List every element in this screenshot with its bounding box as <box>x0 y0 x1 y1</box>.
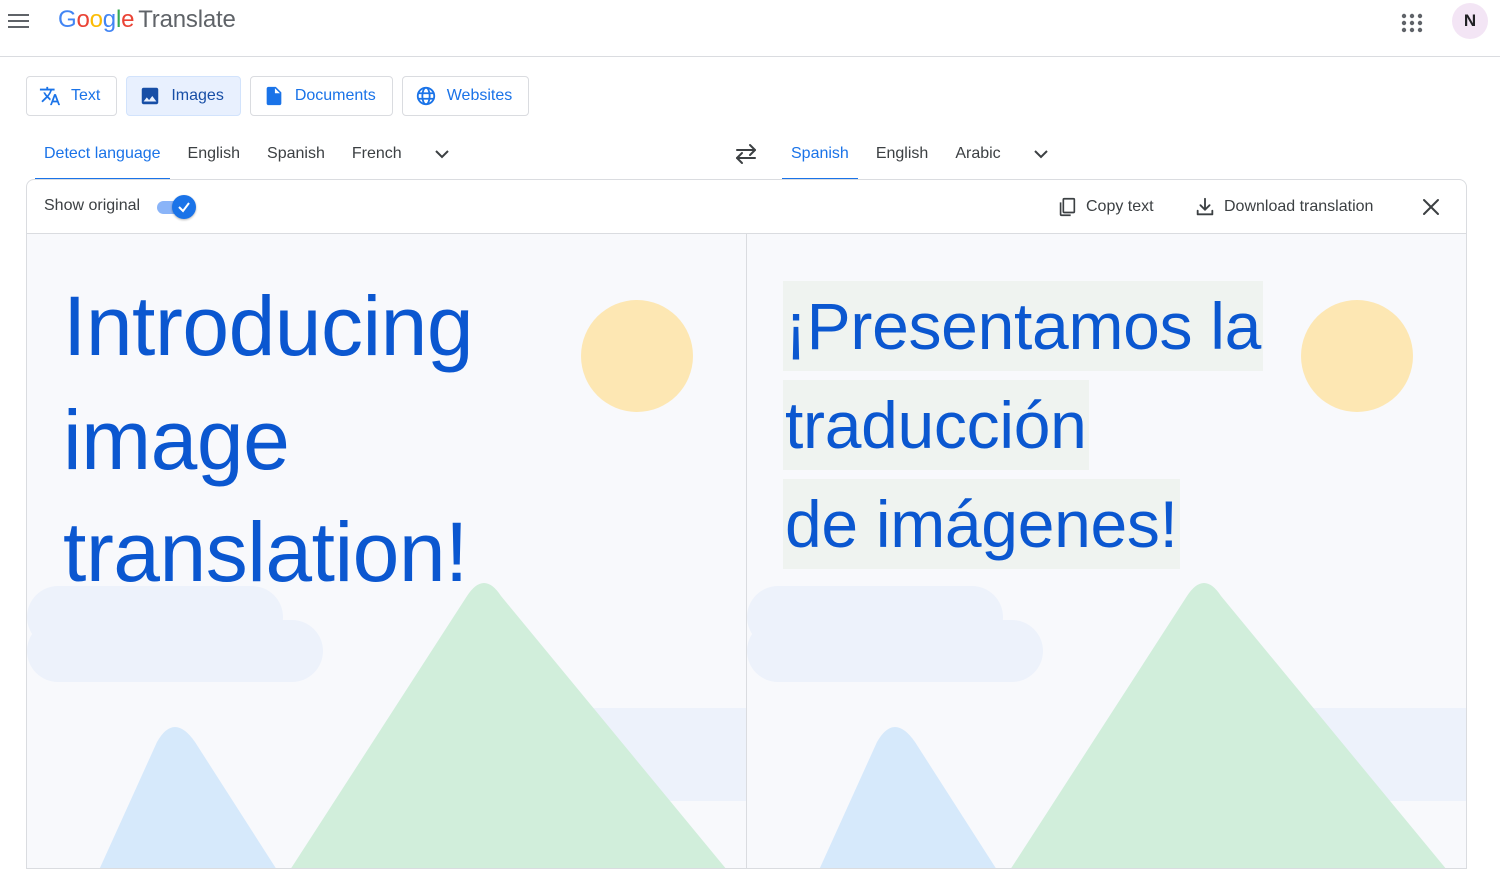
more-source-languages-button[interactable] <box>424 136 460 172</box>
original-text-line: Introducing <box>63 279 474 373</box>
download-translation-label: Download translation <box>1224 198 1374 215</box>
translate-icon <box>39 86 61 106</box>
translated-text-line: traducción <box>783 380 1089 470</box>
logo-letter: G <box>58 6 77 33</box>
show-original-toggle[interactable] <box>155 195 197 219</box>
globe-icon <box>416 86 435 106</box>
mode-tab-images[interactable]: Images <box>126 76 241 116</box>
download-translation-button[interactable]: Download translation <box>1194 192 1373 222</box>
copy-icon <box>1059 197 1076 217</box>
original-text-line: translation! <box>63 505 468 599</box>
google-translate-logo[interactable]: Google Translate <box>58 6 236 34</box>
logo-letter: e <box>121 6 135 33</box>
check-icon <box>178 202 190 213</box>
copy-text-button[interactable]: Copy text <box>1056 192 1154 222</box>
mode-tab-documents[interactable]: Documents <box>249 76 393 116</box>
result-toolbar: Show original Copy text Download transla… <box>27 180 1466 234</box>
hamburger-menu-icon[interactable] <box>8 10 30 32</box>
sun-shape <box>1301 300 1413 412</box>
translated-text-line: ¡Presentamos la <box>783 281 1264 371</box>
translated-text-line: de imágenes! <box>783 479 1180 569</box>
source-lang-detect[interactable]: Detect language <box>35 128 170 180</box>
product-name: Translate <box>138 6 236 33</box>
mode-tabs: Text Images Documents Websites <box>26 76 530 116</box>
top-bar: Google Translate N <box>0 0 1500 57</box>
logo-letter: o <box>76 6 90 33</box>
target-language-bar: Spanish English Arabic <box>782 128 1059 180</box>
mode-tab-label: Images <box>171 87 224 104</box>
swap-arrows-icon <box>736 144 756 164</box>
mode-tab-label: Documents <box>294 87 376 104</box>
chevron-down-icon <box>1033 150 1048 159</box>
source-lang-spanish[interactable]: Spanish <box>258 128 334 180</box>
source-language-bar: Detect language English Spanish French <box>35 128 460 180</box>
target-lang-spanish[interactable]: Spanish <box>782 128 858 180</box>
mountain-blue-shape <box>99 727 276 868</box>
target-lang-english[interactable]: English <box>867 128 937 180</box>
copy-text-label: Copy text <box>1086 198 1154 215</box>
mountain-blue-shape <box>819 727 996 868</box>
mode-tab-label: Text <box>71 87 101 104</box>
close-button[interactable] <box>1417 193 1445 221</box>
mode-tab-websites[interactable]: Websites <box>401 76 530 116</box>
logo-letter: g <box>102 6 116 33</box>
logo-letter: o <box>89 6 103 33</box>
document-icon <box>266 86 282 106</box>
more-target-languages-button[interactable] <box>1023 136 1059 172</box>
source-lang-english[interactable]: English <box>179 128 249 180</box>
toggle-knob <box>172 195 196 219</box>
close-icon <box>1423 199 1439 215</box>
original-image-pane: Introducing image translation! <box>27 234 747 868</box>
apps-grid-icon[interactable] <box>1398 8 1426 36</box>
image-translation-panel: Show original Copy text Download transla… <box>26 179 1467 869</box>
image-icon <box>142 87 159 105</box>
original-text-line: image <box>63 393 290 487</box>
mode-tab-label: Websites <box>446 87 513 104</box>
target-lang-arabic[interactable]: Arabic <box>946 128 1009 180</box>
account-avatar[interactable]: N <box>1452 3 1488 39</box>
show-original-label: Show original <box>44 197 141 214</box>
download-icon <box>1196 197 1214 216</box>
chevron-down-icon <box>434 150 449 159</box>
translated-image-pane: ¡Presentamos la traducción de imágenes! <box>747 234 1466 868</box>
source-lang-french[interactable]: French <box>343 128 411 180</box>
sun-shape <box>581 300 693 412</box>
swap-languages-button[interactable] <box>728 136 764 172</box>
mode-tab-text[interactable]: Text <box>26 76 118 116</box>
